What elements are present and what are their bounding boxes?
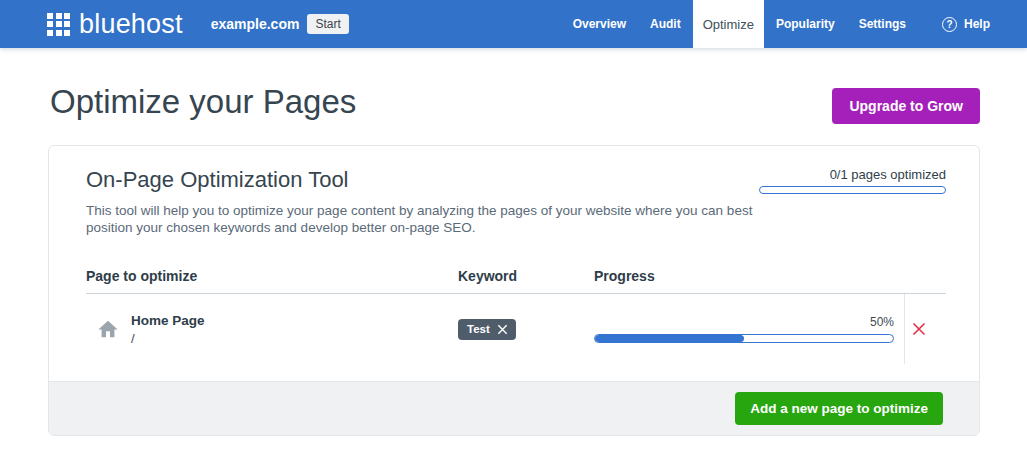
keyword-chip[interactable]: Test: [458, 319, 516, 340]
keyword-cell: Test: [458, 294, 594, 364]
bluehost-grid-logo-icon: [47, 13, 70, 36]
help-label: Help: [964, 17, 990, 31]
card-header-left: On-Page Optimization Tool This tool will…: [86, 167, 759, 236]
card-header-right: 0/1 pages optimized: [759, 167, 946, 236]
remove-keyword-icon[interactable]: [496, 323, 509, 336]
progress-percent-label: 50%: [594, 315, 894, 329]
nav-item-audit[interactable]: Audit: [638, 0, 693, 48]
start-badge[interactable]: Start: [307, 14, 348, 34]
row-progress-bar: [594, 334, 894, 343]
keyword-chip-label: Test: [467, 323, 490, 335]
card-title: On-Page Optimization Tool: [86, 167, 759, 193]
row-progress-fill: [595, 335, 744, 342]
column-header-keyword: Keyword: [458, 268, 594, 284]
page-title: Optimize your Pages: [50, 83, 356, 121]
pages-table: Page to optimize Keyword Progress Home P…: [86, 268, 946, 364]
column-header-progress: Progress: [594, 268, 904, 284]
card-header: On-Page Optimization Tool This tool will…: [86, 167, 946, 236]
delete-cell[interactable]: [904, 294, 946, 364]
nav-item-popularity[interactable]: Popularity: [764, 0, 847, 48]
help-icon: ?: [942, 17, 957, 32]
card-footer: Add a new page to optimize: [49, 381, 979, 435]
upgrade-to-grow-button[interactable]: Upgrade to Grow: [832, 88, 980, 124]
page-cell[interactable]: Home Page /: [86, 294, 458, 364]
page-name: Home Page: [131, 313, 205, 328]
site-domain: example.com: [211, 16, 300, 32]
nav-item-optimize[interactable]: Optimize: [693, 0, 764, 48]
overall-progress-bar: [759, 186, 946, 194]
brand-name: bluehost: [79, 9, 183, 40]
nav-menu: Overview Audit Optimize Popularity Setti…: [561, 0, 1002, 48]
nav-item-settings[interactable]: Settings: [847, 0, 918, 48]
card-description: This tool will help you to optimize your…: [86, 202, 759, 236]
column-header-delete: [904, 268, 946, 284]
delete-page-icon[interactable]: [909, 319, 929, 339]
table-header-row: Page to optimize Keyword Progress: [86, 268, 946, 294]
top-navigation-bar: bluehost example.com Start Overview Audi…: [0, 0, 1027, 48]
help-button[interactable]: ? Help: [930, 0, 1002, 48]
nav-item-overview[interactable]: Overview: [561, 0, 638, 48]
add-page-button[interactable]: Add a new page to optimize: [735, 392, 943, 425]
card-body: On-Page Optimization Tool This tool will…: [49, 146, 979, 381]
home-icon: [97, 318, 119, 340]
page-text: Home Page /: [131, 313, 205, 346]
brand[interactable]: bluehost: [0, 0, 183, 48]
column-header-page: Page to optimize: [86, 268, 458, 284]
page-path: /: [131, 331, 205, 346]
progress-stack: 50%: [594, 315, 894, 343]
on-page-optimization-card: On-Page Optimization Tool This tool will…: [48, 145, 980, 436]
progress-cell: 50%: [594, 294, 904, 364]
pages-optimized-label: 0/1 pages optimized: [759, 167, 946, 182]
table-row: Home Page / Test 50%: [86, 294, 946, 364]
page-header: Optimize your Pages Upgrade to Grow: [0, 48, 1027, 124]
